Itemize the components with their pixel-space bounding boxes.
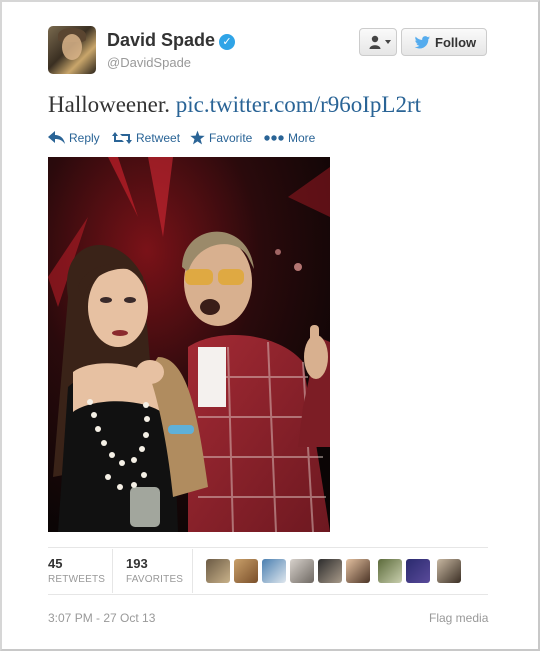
tweet-body: Halloweener. xyxy=(48,92,170,117)
more-dots-icon xyxy=(264,135,284,141)
tweet-text: Halloweener. pic.twitter.com/r96oIpL2rt xyxy=(48,92,421,118)
favorite-label: Favorite xyxy=(209,131,253,145)
photo-illustration xyxy=(48,157,330,532)
favorites-stat[interactable]: 193 FAVORITES xyxy=(126,556,183,585)
favoriter-avatar[interactable] xyxy=(206,559,230,583)
favoriter-avatar[interactable] xyxy=(262,559,286,583)
reply-icon xyxy=(48,131,65,144)
favorites-count: 193 xyxy=(126,556,148,571)
favoriter-avatar[interactable] xyxy=(406,559,430,583)
favorites-label: FAVORITES xyxy=(126,574,184,585)
favoriter-avatar[interactable] xyxy=(318,559,342,583)
retweet-button[interactable]: Retweet xyxy=(112,130,182,146)
stats-top-divider xyxy=(48,547,488,548)
retweet-icon xyxy=(112,132,132,144)
follow-label: Follow xyxy=(435,35,477,50)
tweet-timestamp[interactable]: 3:07 PM - 27 Oct 13 xyxy=(48,611,155,625)
verified-badge-icon: ✓ xyxy=(219,34,235,50)
chevron-down-icon xyxy=(385,40,391,44)
more-label: More xyxy=(288,131,316,145)
tweet-photo[interactable] xyxy=(48,157,330,532)
retweet-label: Retweet xyxy=(136,131,181,145)
favorite-button[interactable]: Favorite xyxy=(190,130,256,146)
follow-button[interactable]: Follow xyxy=(401,28,487,56)
stats-separator xyxy=(112,549,113,593)
tweet-media-link[interactable]: pic.twitter.com/r96oIpL2rt xyxy=(176,92,421,117)
reply-label: Reply xyxy=(69,131,100,145)
retweets-stat[interactable]: 45 RETWEETS xyxy=(48,556,105,585)
favoriter-avatar[interactable] xyxy=(437,559,461,583)
favoriter-avatar[interactable] xyxy=(378,559,402,583)
favoriter-avatar[interactable] xyxy=(346,559,370,583)
twitter-bird-icon xyxy=(414,36,431,49)
stats-bottom-divider xyxy=(48,594,488,595)
user-handle[interactable]: @DavidSpade xyxy=(107,55,191,70)
user-actions-button[interactable] xyxy=(359,28,397,56)
avatar-face xyxy=(62,34,82,60)
flag-media-link[interactable]: Flag media xyxy=(429,611,488,625)
person-icon xyxy=(369,35,381,49)
favoriter-avatar[interactable] xyxy=(234,559,258,583)
user-avatar[interactable] xyxy=(48,26,96,74)
stats-separator xyxy=(192,549,193,593)
user-name[interactable]: David Spade xyxy=(107,30,215,51)
more-button[interactable]: More xyxy=(264,130,318,146)
retweets-count: 45 xyxy=(48,556,63,571)
favoriter-avatar[interactable] xyxy=(290,559,314,583)
star-icon xyxy=(190,130,205,145)
retweets-label: RETWEETS xyxy=(48,574,106,585)
reply-button[interactable]: Reply xyxy=(48,130,104,146)
